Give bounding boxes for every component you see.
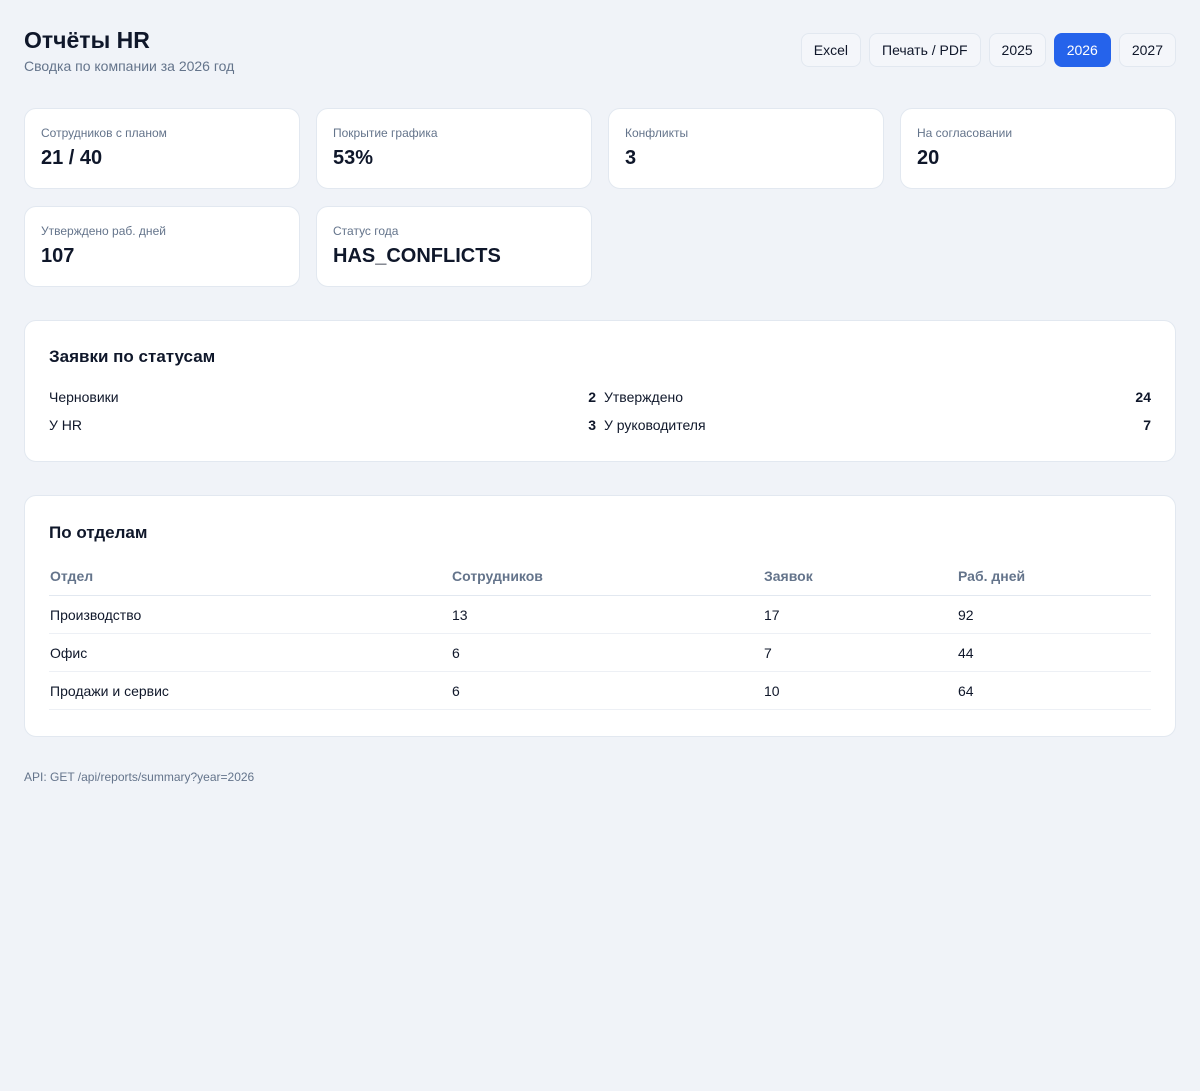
kpi-card-pending-approval: На согласовании 20 [900,108,1176,189]
section-title: Заявки по статусам [49,347,216,366]
column-header-department: Отдел [49,568,451,596]
status-count: 3 [588,417,596,433]
page-subtitle: Сводка по компании за 2026 год [24,58,235,74]
column-header-requests: Заявок [763,568,957,596]
cell-employees: 13 [451,595,763,634]
cell-workdays: 92 [957,595,1151,634]
year-button-2026[interactable]: 2026 [1053,33,1111,67]
kpi-label: Утверждено раб. дней [41,224,166,238]
status-row-approved: Утверждено 24 [604,389,1151,405]
kpi-label: Покрытие графика [333,126,438,140]
status-row-at-hr: У HR 3 [49,417,596,433]
kpi-label: Сотрудников с планом [41,126,167,140]
status-row-at-manager: У руководителя 7 [604,417,1151,433]
kpi-card-approved-workdays: Утверждено раб. дней 107 [24,206,300,287]
kpi-grid: Сотрудников с планом 21 / 40 Покрытие гр… [24,108,1176,287]
cell-department: Продажи и сервис [49,671,451,710]
departments-table: Отдел Сотрудников Заявок Раб. дней Произ… [49,568,1151,710]
kpi-value: HAS_CONFLICTS [333,245,501,267]
excel-export-button[interactable]: Excel [800,33,861,67]
kpi-value: 3 [625,147,637,169]
status-row-drafts: Черновики 2 [49,389,596,405]
cell-requests: 17 [763,595,957,634]
table-row: Продажи и сервис 6 10 64 [49,671,1151,710]
cell-department: Офис [49,633,451,672]
kpi-card-employees-with-plan: Сотрудников с планом 21 / 40 [24,108,300,189]
cell-workdays: 44 [957,633,1151,672]
kpi-value: 20 [917,147,940,169]
departments-card: По отделам Отдел Сотрудников Заявок Раб.… [24,495,1176,737]
cell-department: Производство [49,595,451,634]
status-count: 24 [1135,389,1151,405]
toolbar: Excel Печать / PDF 2025 2026 2027 [800,33,1176,67]
status-label: Утверждено [604,389,683,405]
section-title: По отделам [49,523,148,542]
status-count: 2 [588,389,596,405]
status-count: 7 [1143,417,1151,433]
kpi-label: Конфликты [625,126,689,140]
kpi-label: Статус года [333,224,399,238]
api-footer-note: API: GET /api/reports/summary?year=2026 [24,770,255,784]
kpi-card-conflicts: Конфликты 3 [608,108,884,189]
table-row: Производство 13 17 92 [49,595,1151,634]
status-label: У руководителя [604,417,706,433]
kpi-value: 53% [333,147,374,169]
table-header-row: Отдел Сотрудников Заявок Раб. дней [49,568,1151,596]
cell-requests: 7 [763,633,957,672]
requests-by-status-card: Заявки по статусам Черновики 2 Утвержден… [24,320,1176,462]
status-list: Черновики 2 Утверждено 24 У HR 3 У руков… [49,389,1151,433]
column-header-workdays: Раб. дней [957,568,1151,596]
status-label: У HR [49,417,83,433]
column-header-employees: Сотрудников [451,568,763,596]
kpi-card-schedule-coverage: Покрытие графика 53% [316,108,592,189]
kpi-card-year-status: Статус года HAS_CONFLICTS [316,206,592,287]
year-button-2027[interactable]: 2027 [1118,33,1176,67]
kpi-label: На согласовании [917,126,1013,140]
print-pdf-button[interactable]: Печать / PDF [869,33,981,67]
cell-requests: 10 [763,671,957,710]
page-title: Отчёты HR [24,27,150,53]
status-label: Черновики [49,389,119,405]
kpi-value: 107 [41,245,75,267]
cell-employees: 6 [451,671,763,710]
table-row: Офис 6 7 44 [49,633,1151,672]
year-button-2025[interactable]: 2025 [988,33,1046,67]
reports-page: Отчёты HR Сводка по компании за 2026 год… [24,0,1176,784]
page-header: Отчёты HR Сводка по компании за 2026 год… [24,0,1176,108]
cell-employees: 6 [451,633,763,672]
cell-workdays: 64 [957,671,1151,710]
kpi-value: 21 / 40 [41,147,103,169]
